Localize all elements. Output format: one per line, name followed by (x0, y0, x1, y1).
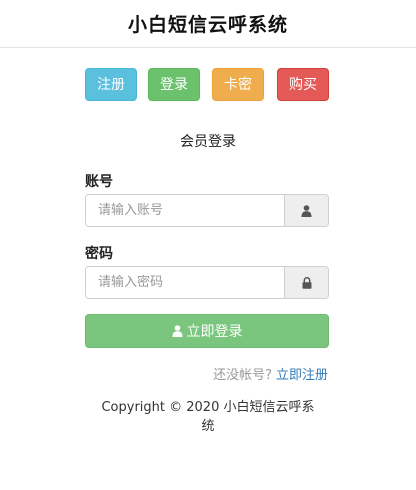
password-addon (284, 267, 328, 298)
username-input-group (85, 194, 329, 227)
form-title: 会员登录 (180, 134, 236, 150)
buy-button[interactable]: 购买 (277, 68, 329, 101)
password-input-group (85, 266, 329, 299)
app-header: 小白短信云呼系统 (0, 0, 416, 48)
login-nav-button[interactable]: 登录 (148, 68, 200, 101)
username-addon (284, 195, 328, 226)
username-input[interactable] (86, 195, 285, 226)
username-label: 账号 (85, 174, 113, 190)
lock-icon (302, 276, 311, 289)
footer-copyright: Copyright © 2020 小白短信云呼系统 (101, 400, 315, 434)
login-submit-button[interactable]: 立即登录 (85, 314, 329, 348)
register-prompt-text: 还没帐号? (213, 368, 272, 383)
user-icon (172, 325, 183, 337)
login-submit-label: 立即登录 (186, 324, 243, 340)
page-title: 小白短信云呼系统 (127, 14, 288, 36)
password-label: 密码 (85, 246, 113, 262)
password-input[interactable] (86, 267, 285, 298)
user-icon (301, 204, 312, 217)
card-key-button[interactable]: 卡密 (212, 68, 264, 101)
top-nav-buttons: 注册 登录 卡密 购买 (85, 68, 331, 101)
register-link[interactable]: 立即注册 (276, 368, 328, 383)
register-button[interactable]: 注册 (85, 68, 137, 101)
register-prompt: 还没帐号? 立即注册 (213, 364, 328, 383)
